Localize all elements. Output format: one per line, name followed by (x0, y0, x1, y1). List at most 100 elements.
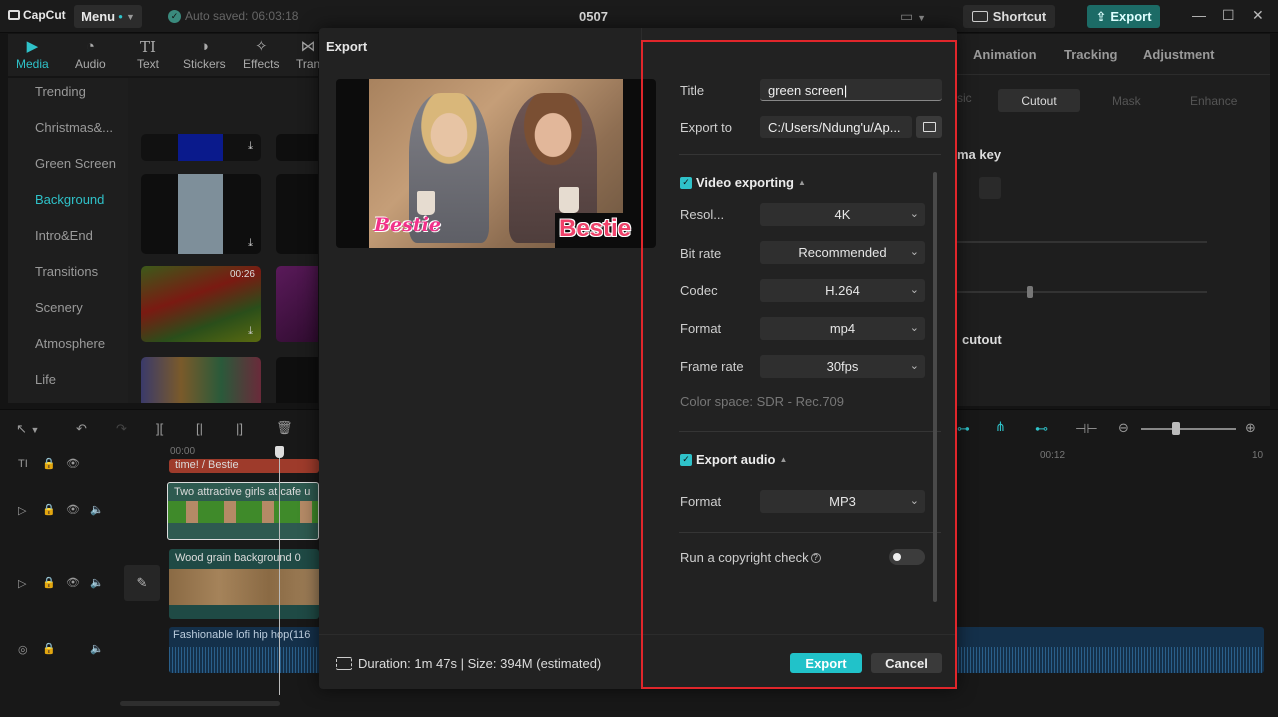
media-thumbnail[interactable] (276, 266, 318, 342)
tab-stickers[interactable]: ◑ Stickers (183, 37, 226, 71)
category-item[interactable]: Intro&End (35, 228, 93, 243)
video-export-checkbox[interactable]: ✓ (680, 176, 692, 189)
category-list: Trending Christmas&... Green Screen Back… (8, 78, 128, 403)
download-icon[interactable]: ⤓ (248, 237, 253, 250)
download-icon[interactable]: ⤓ (248, 325, 253, 338)
zoom-in-icon[interactable]: ⊕ (1245, 420, 1256, 436)
shadow-slider[interactable] (957, 291, 1207, 293)
category-item[interactable]: Trending (35, 84, 86, 99)
redo-icon[interactable]: ↷ (116, 421, 127, 437)
collapse-icon[interactable]: ▲ (798, 178, 806, 187)
select-cursor-icon[interactable]: ↖ ▼ (16, 421, 39, 437)
lock-icon[interactable]: 🔒 (42, 576, 56, 589)
zoom-handle[interactable] (1172, 422, 1180, 435)
settings-scrollbar[interactable] (933, 172, 937, 602)
text-clip[interactable]: time! / Bestie (169, 459, 319, 473)
minimize-icon[interactable]: — (1192, 7, 1206, 23)
resolution-select[interactable]: 4K ⌄ (760, 203, 925, 226)
color-picker[interactable] (979, 177, 1001, 199)
zoom-slider[interactable] (1141, 428, 1236, 430)
export-button[interactable]: Export (790, 653, 862, 673)
category-item[interactable]: Christmas&... (35, 120, 113, 135)
lock-icon[interactable]: 🔒 (42, 642, 56, 655)
tab-tracking[interactable]: Tracking (1064, 47, 1117, 62)
media-thumbnail[interactable] (141, 357, 261, 403)
download-icon[interactable]: ⤓ (248, 140, 253, 153)
audio-format-select[interactable]: MP3 ⌄ (760, 490, 925, 513)
export-audio-section[interactable]: ✓ Export audio ▲ (680, 452, 787, 467)
framerate-select[interactable]: 30fps ⌄ (760, 355, 925, 378)
subtab-cutout[interactable]: Cutout (998, 89, 1080, 112)
folder-button[interactable] (916, 116, 942, 138)
speaker-icon[interactable]: 🔈 (90, 503, 104, 516)
media-thumbnail[interactable] (276, 174, 318, 254)
color-space-info: Color space: SDR - Rec.709 (680, 394, 845, 409)
split-icon[interactable]: ][ (156, 421, 163, 436)
delete-icon[interactable]: 🗑 (276, 420, 293, 436)
cancel-button[interactable]: Cancel (871, 653, 942, 673)
category-item[interactable]: Atmosphere (35, 336, 105, 351)
speaker-icon[interactable]: 🔈 (90, 576, 104, 589)
snap-icon[interactable]: ⊷ (1035, 421, 1048, 437)
speaker-icon[interactable]: 🔈 (90, 642, 104, 655)
codec-select[interactable]: H.264 ⌄ (760, 279, 925, 302)
timeline-scrollbar[interactable] (120, 701, 280, 706)
eye-icon[interactable]: 👁 (66, 576, 80, 589)
playhead[interactable] (279, 450, 280, 695)
shortcut-button[interactable]: Shortcut (963, 5, 1055, 28)
subtab-mask[interactable]: Mask (1112, 94, 1141, 108)
layout-icon[interactable]: ▭ ▼ (900, 8, 926, 25)
video-track-icon: ▷ (18, 505, 27, 517)
tab-effects[interactable]: ✧ Effects (243, 37, 279, 71)
trim-left-icon[interactable]: [| (196, 421, 203, 436)
lock-icon[interactable]: 🔒 (42, 503, 56, 516)
intensity-slider[interactable] (957, 241, 1207, 243)
tab-adjustment[interactable]: Adjustment (1143, 47, 1215, 62)
eye-icon[interactable]: 👁 (66, 503, 80, 516)
maximize-icon[interactable]: ☐ (1222, 7, 1235, 24)
edit-cover-icon[interactable]: ✎ (124, 565, 160, 601)
category-item[interactable]: Green Screen (35, 156, 116, 171)
title-input[interactable]: green screen| (760, 79, 942, 101)
menu-button[interactable]: Menu ● ▼ (74, 5, 142, 28)
media-thumbnail[interactable]: ⤓ (141, 174, 261, 254)
bitrate-select[interactable]: Recommended ⌄ (760, 241, 925, 264)
audio-export-checkbox[interactable]: ✓ (680, 453, 692, 466)
help-icon[interactable]: ? (810, 552, 821, 563)
export-top-button[interactable]: ⇪ Export (1087, 5, 1160, 28)
tab-media[interactable]: ▶ Media (16, 37, 49, 71)
media-thumbnail[interactable] (276, 357, 318, 403)
category-item-active[interactable]: Background (35, 192, 104, 207)
export-path-input[interactable]: C:/Users/Ndung'u/Ap... (760, 116, 912, 138)
undo-icon[interactable]: ↶ (76, 421, 87, 437)
effects-icon: ✧ (254, 38, 268, 55)
link-icon[interactable]: ⊶ (957, 421, 970, 437)
format-select[interactable]: mp4 ⌄ (760, 317, 925, 340)
lock-icon[interactable]: 🔒 (42, 457, 56, 470)
tab-audio[interactable]: ◔ Audio (75, 37, 106, 71)
background-clip[interactable]: Wood grain background 0 (169, 549, 319, 619)
media-thumbnail[interactable]: ⤓ (141, 134, 261, 161)
video-clip[interactable]: Two attractive girls at cafe u (167, 482, 319, 540)
subtab-enhance[interactable]: Enhance (1190, 94, 1237, 108)
media-thumbnail[interactable]: 00:26 ⤓ (141, 266, 261, 342)
trim-right-icon[interactable]: |] (236, 421, 243, 436)
close-icon[interactable]: ✕ (1252, 7, 1264, 24)
preview-axis-icon[interactable]: ⊣⊢ (1075, 421, 1098, 437)
zoom-out-icon[interactable]: ⊖ (1118, 420, 1129, 436)
subtab-basic[interactable]: sic (957, 91, 972, 105)
copyright-toggle[interactable] (889, 549, 925, 565)
tab-transitions[interactable]: ⋈ Tran (296, 37, 320, 71)
media-thumbnail[interactable] (276, 134, 318, 161)
slider-handle[interactable] (1027, 286, 1033, 298)
magnet-icon[interactable]: ⋔ (995, 419, 1006, 435)
video-exporting-section[interactable]: ✓ Video exporting ▲ (680, 175, 806, 190)
category-item[interactable]: Transitions (35, 264, 98, 279)
eye-icon[interactable]: 👁 (66, 457, 80, 470)
category-item[interactable]: Scenery (35, 300, 83, 315)
tab-text[interactable]: TI Text (137, 37, 159, 71)
collapse-icon[interactable]: ▲ (779, 455, 787, 464)
category-item[interactable]: Life (35, 372, 56, 387)
playhead-handle[interactable] (275, 446, 284, 458)
tab-animation[interactable]: Animation (973, 47, 1037, 62)
